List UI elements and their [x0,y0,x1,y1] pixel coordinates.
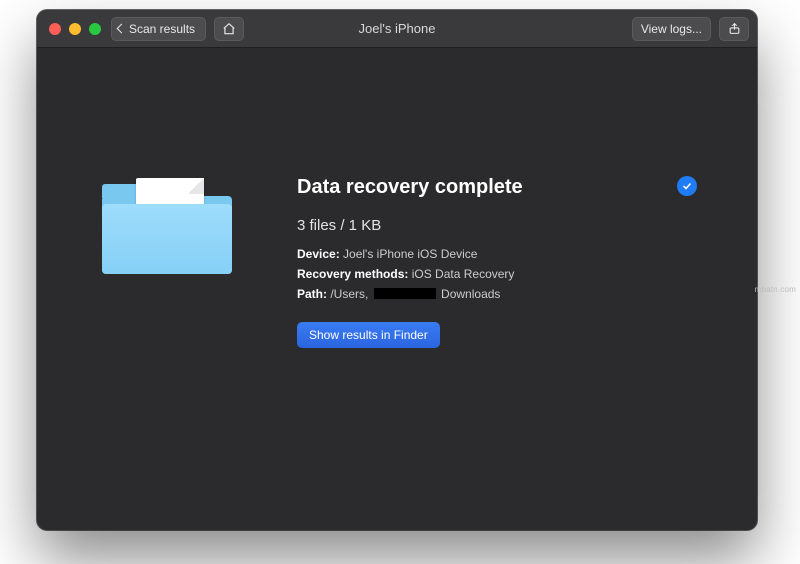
show-in-finder-label: Show results in Finder [309,328,428,342]
device-value: Joel's iPhone iOS Device [343,247,477,261]
result-pane: Data recovery complete 3 files / 1 KB De… [297,48,757,530]
watermark: mbatn.com [755,285,796,294]
show-in-finder-button[interactable]: Show results in Finder [297,322,440,348]
close-icon[interactable] [49,23,61,35]
chevron-left-icon [117,24,127,34]
window-controls [49,23,101,35]
view-logs-label: View logs... [641,22,702,36]
path-prefix: /Users, [330,287,368,301]
methods-row: Recovery methods: iOS Data Recovery [297,264,697,284]
success-badge [677,176,697,196]
share-icon [728,22,741,35]
home-icon [222,22,236,36]
path-suffix: Downloads [441,287,500,301]
home-button[interactable] [214,17,244,41]
back-button-label: Scan results [129,22,195,36]
result-summary: 3 files / 1 KB [297,217,697,234]
methods-label: Recovery methods: [297,267,408,281]
redacted-segment [374,288,436,299]
device-label: Device: [297,247,340,261]
check-icon [681,180,693,192]
zoom-icon[interactable] [89,23,101,35]
view-logs-button[interactable]: View logs... [632,17,711,41]
path-label: Path: [297,287,327,301]
back-button[interactable]: Scan results [111,17,206,41]
illustration-pane [37,48,297,530]
result-heading: Data recovery complete [297,176,697,199]
minimize-icon[interactable] [69,23,81,35]
app-window: Scan results Joel's iPhone View logs... [37,10,757,530]
methods-value: iOS Data Recovery [412,267,515,281]
device-row: Device: Joel's iPhone iOS Device [297,244,697,264]
content-area: Data recovery complete 3 files / 1 KB De… [37,48,757,530]
titlebar: Scan results Joel's iPhone View logs... [37,10,757,48]
path-row: Path: /Users, Downloads [297,284,697,304]
share-button[interactable] [719,17,749,41]
